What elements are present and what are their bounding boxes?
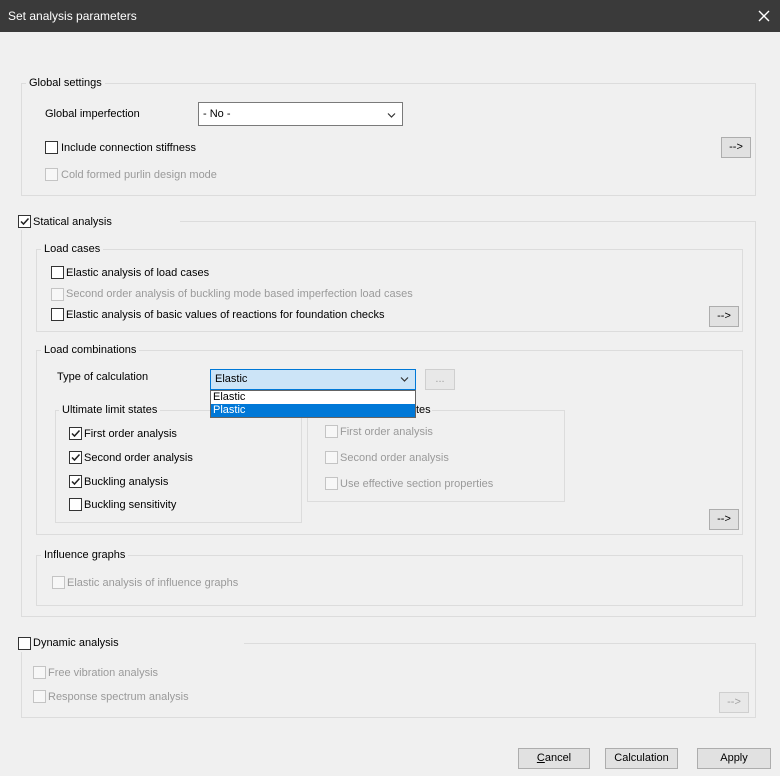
sls-second-order-checkbox[interactable]: [325, 451, 338, 464]
connection-stiffness-checkbox[interactable]: [45, 141, 58, 154]
cancel-label: ancel: [544, 752, 572, 764]
global-imperfection-value: - No -: [203, 108, 231, 120]
load-cases-title: Load cases: [41, 243, 104, 256]
free-vibration-checkbox[interactable]: [33, 666, 46, 679]
checkmark-icon: [71, 429, 81, 438]
cancel-accelerator: C: [536, 752, 545, 764]
dynamic-analysis-group: [21, 643, 756, 718]
checkmark-icon: [71, 477, 81, 486]
dynamic-analysis-checkbox[interactable]: [18, 637, 31, 650]
chevron-down-icon: [400, 377, 409, 382]
uls-first-order-label: First order analysis: [84, 428, 177, 440]
ultimate-limit-states-title: Ultimate limit states: [59, 404, 161, 417]
checkmark-icon: [20, 217, 30, 226]
second-order-buckling-checkbox[interactable]: [51, 288, 64, 301]
global-settings-title: Global settings: [26, 77, 105, 90]
dynamic-analysis-label: Dynamic analysis: [33, 637, 119, 649]
purlin-mode-label: Cold formed purlin design mode: [61, 169, 217, 181]
type-of-calculation-value: Elastic: [215, 373, 248, 385]
sls-first-order-checkbox[interactable]: [325, 425, 338, 438]
type-of-calculation-label: Type of calculation: [57, 371, 149, 383]
purlin-mode-checkbox[interactable]: [45, 168, 58, 181]
serviceability-limit-states-title: tes: [415, 404, 432, 417]
influence-graphs-checkbox[interactable]: [52, 576, 65, 589]
apply-button[interactable]: Apply: [697, 748, 771, 769]
sls-second-order-label: Second order analysis: [340, 452, 449, 464]
calculation-button[interactable]: Calculation: [605, 748, 678, 769]
uls-buckling-sensitivity-label: Buckling sensitivity: [84, 499, 177, 511]
chevron-down-icon: [387, 113, 396, 118]
uls-buckling-label: Buckling analysis: [84, 476, 169, 488]
statical-analysis-label: Statical analysis: [33, 216, 112, 228]
reactions-checkbox[interactable]: [51, 308, 64, 321]
second-order-buckling-label: Second order analysis of buckling mode b…: [66, 288, 413, 300]
sls-effective-section-label: Use effective section properties: [340, 478, 494, 490]
sls-first-order-label: First order analysis: [340, 426, 433, 438]
reactions-label: Elastic analysis of basic values of reac…: [66, 309, 385, 321]
uls-buckling-checkbox[interactable]: [69, 475, 82, 488]
dynamic-analysis-arrow-button[interactable]: -->: [719, 692, 749, 713]
type-of-calculation-ellipsis-button[interactable]: ...: [425, 369, 455, 390]
uls-second-order-label: Second order analysis: [84, 452, 193, 464]
dropdown-option-elastic[interactable]: Elastic: [211, 391, 415, 404]
free-vibration-label: Free vibration analysis: [48, 667, 159, 679]
global-settings-arrow-button[interactable]: -->: [721, 137, 751, 158]
type-of-calculation-select[interactable]: Elastic: [210, 369, 416, 390]
close-icon[interactable]: [752, 4, 776, 28]
uls-first-order-checkbox[interactable]: [69, 427, 82, 440]
load-combinations-arrow-button[interactable]: -->: [709, 509, 739, 530]
elastic-load-cases-label: Elastic analysis of load cases: [66, 267, 210, 279]
load-combinations-title: Load combinations: [41, 344, 140, 357]
connection-stiffness-label: Include connection stiffness: [61, 142, 196, 154]
global-imperfection-select[interactable]: - No -: [198, 102, 403, 126]
global-imperfection-label: Global imperfection: [45, 108, 140, 120]
response-spectrum-checkbox[interactable]: [33, 690, 46, 703]
influence-graphs-label: Elastic analysis of influence graphs: [67, 577, 239, 589]
influence-graphs-title: Influence graphs: [41, 549, 129, 562]
title-bar: Set analysis parameters: [0, 0, 780, 32]
dropdown-option-plastic[interactable]: Plastic: [211, 404, 415, 417]
uls-second-order-checkbox[interactable]: [69, 451, 82, 464]
sls-effective-section-checkbox[interactable]: [325, 477, 338, 490]
cancel-button[interactable]: Cancel: [518, 748, 590, 769]
elastic-load-cases-checkbox[interactable]: [51, 266, 64, 279]
type-of-calculation-dropdown: Elastic Plastic: [210, 390, 416, 418]
response-spectrum-label: Response spectrum analysis: [48, 691, 189, 703]
statical-analysis-checkbox[interactable]: [18, 215, 31, 228]
load-cases-arrow-button[interactable]: -->: [709, 306, 739, 327]
checkmark-icon: [71, 453, 81, 462]
uls-buckling-sensitivity-checkbox[interactable]: [69, 498, 82, 511]
window-title: Set analysis parameters: [8, 9, 137, 23]
